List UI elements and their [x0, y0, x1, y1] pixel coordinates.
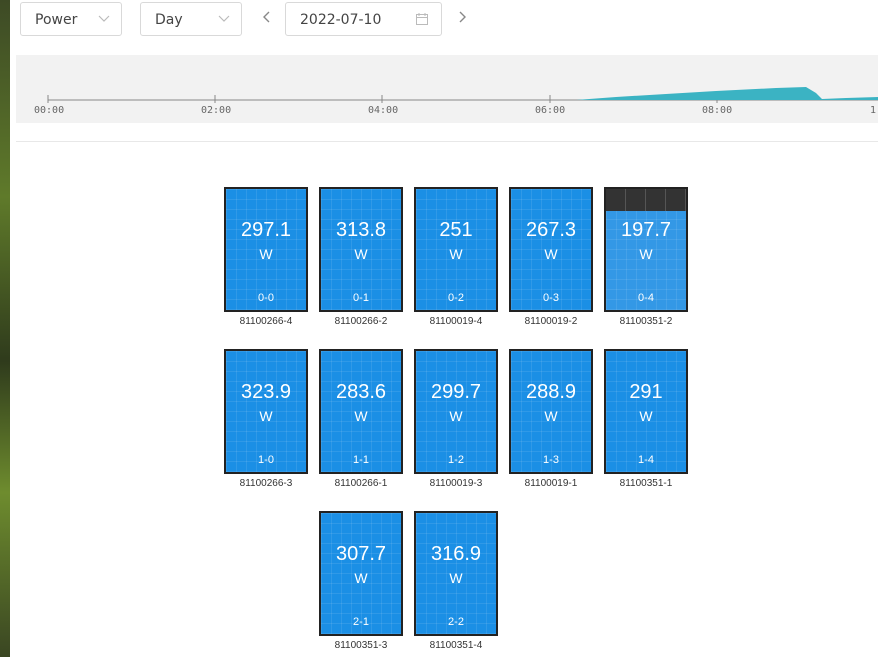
panel-position: 1-4 [638, 454, 654, 466]
power-timeline[interactable] [16, 55, 878, 123]
panel-serial-number: 81100351-4 [429, 640, 483, 651]
calendar-icon [416, 13, 428, 25]
panel-power-value: 316.9 [430, 543, 482, 565]
solar-panel[interactable]: 307.7 W 2-1 [319, 511, 403, 636]
panel-power-unit: W [354, 570, 368, 586]
chevron-down-icon [98, 15, 110, 22]
date-picker[interactable]: 2022-07-10 [285, 2, 442, 36]
panel-power-value: 307.7 [335, 543, 387, 565]
panel-position: 1-0 [258, 454, 274, 466]
toolbar: Power Day 2022-07-10 [20, 0, 880, 40]
panel-power-unit: W [449, 246, 463, 262]
panel-serial-number: 81100019-1 [524, 478, 578, 489]
panel-power-unit: W [449, 570, 463, 586]
panel-position: 0-2 [448, 292, 464, 304]
timeline-chart [47, 87, 878, 103]
solar-panel[interactable]: 267.3 W 0-3 [509, 187, 593, 312]
panel-power-unit: W [354, 246, 368, 262]
panel-position: 1-3 [543, 454, 559, 466]
prev-day-button[interactable] [260, 10, 274, 24]
period-select[interactable]: Day [140, 2, 242, 36]
panel-position: 2-1 [353, 616, 369, 628]
panel-power-value: 291 [629, 381, 663, 403]
background-edge [0, 0, 10, 657]
panel-serial-number: 81100351-2 [619, 316, 673, 327]
panel-position: 0-3 [543, 292, 559, 304]
chevron-down-icon [218, 15, 230, 22]
panel-power-unit: W [639, 408, 653, 424]
panel-position: 0-1 [353, 292, 369, 304]
panel-power-value: 283.6 [335, 381, 387, 403]
panel-power-value: 299.7 [430, 381, 482, 403]
panel-power-unit: W [544, 408, 558, 424]
solar-panel[interactable]: 316.9 W 2-2 [414, 511, 498, 636]
panel-serial-number: 81100266-3 [239, 478, 293, 489]
panel-serial-number: 81100266-1 [334, 478, 388, 489]
panel-power-value: 297.1 [240, 219, 292, 241]
panel-serial-number: 81100266-4 [239, 316, 293, 327]
timeline-tick-label: 08:00 [702, 105, 733, 116]
timeline-tick-label: 02:00 [201, 105, 232, 116]
panel-power-unit: W [449, 408, 463, 424]
solar-panel[interactable]: 288.9 W 1-3 [509, 349, 593, 474]
shading-overlay [606, 189, 686, 211]
solar-panel[interactable]: 299.7 W 1-2 [414, 349, 498, 474]
solar-panel[interactable]: 297.1 W 0-0 [224, 187, 308, 312]
panel-power-value: 323.9 [240, 381, 292, 403]
panel-serial-number: 81100351-1 [619, 478, 673, 489]
panel-power-value: 313.8 [335, 219, 387, 241]
solar-panel[interactable]: 291 W 1-4 [604, 349, 688, 474]
panel-serial-number: 81100019-2 [524, 316, 578, 327]
panel-power-value: 251 [439, 219, 473, 241]
solar-panel[interactable]: 323.9 W 1-0 [224, 349, 308, 474]
divider [16, 141, 878, 142]
panel-serial-number: 81100019-4 [429, 316, 483, 327]
panel-power-value: 197.7 [620, 219, 672, 241]
panel-power-unit: W [639, 246, 653, 262]
panel-position: 0-0 [258, 292, 274, 304]
timeline-tick-label: 04:00 [368, 105, 399, 116]
panel-power-unit: W [544, 246, 558, 262]
metric-select[interactable]: Power [20, 2, 122, 36]
panel-power-unit: W [354, 408, 368, 424]
panel-serial-number: 81100019-3 [429, 478, 483, 489]
panel-serial-number: 81100351-3 [334, 640, 388, 651]
next-day-button[interactable] [455, 10, 469, 24]
metric-select-value: Power [35, 12, 78, 28]
panel-power-value: 288.9 [525, 381, 577, 403]
timeline-tick-label: 00:00 [34, 105, 65, 116]
solar-panel[interactable]: 313.8 W 0-1 [319, 187, 403, 312]
panel-position: 1-2 [448, 454, 464, 466]
solar-panel[interactable]: 283.6 W 1-1 [319, 349, 403, 474]
panel-position: 1-1 [353, 454, 369, 466]
timeline-tick-label: 1 [870, 105, 877, 116]
panel-power-value: 267.3 [525, 219, 577, 241]
solar-panel[interactable]: 251 W 0-2 [414, 187, 498, 312]
date-value: 2022-07-10 [300, 12, 382, 28]
solar-panel[interactable]: 197.7 W 0-4 [604, 187, 688, 312]
panel-position: 2-2 [448, 616, 464, 628]
panel-position: 0-4 [638, 292, 654, 304]
panel-power-unit: W [259, 246, 273, 262]
timeline-tick-label: 06:00 [535, 105, 566, 116]
panel-power-unit: W [259, 408, 273, 424]
period-select-value: Day [155, 12, 183, 28]
panel-serial-number: 81100266-2 [334, 316, 388, 327]
power-area [576, 87, 878, 100]
